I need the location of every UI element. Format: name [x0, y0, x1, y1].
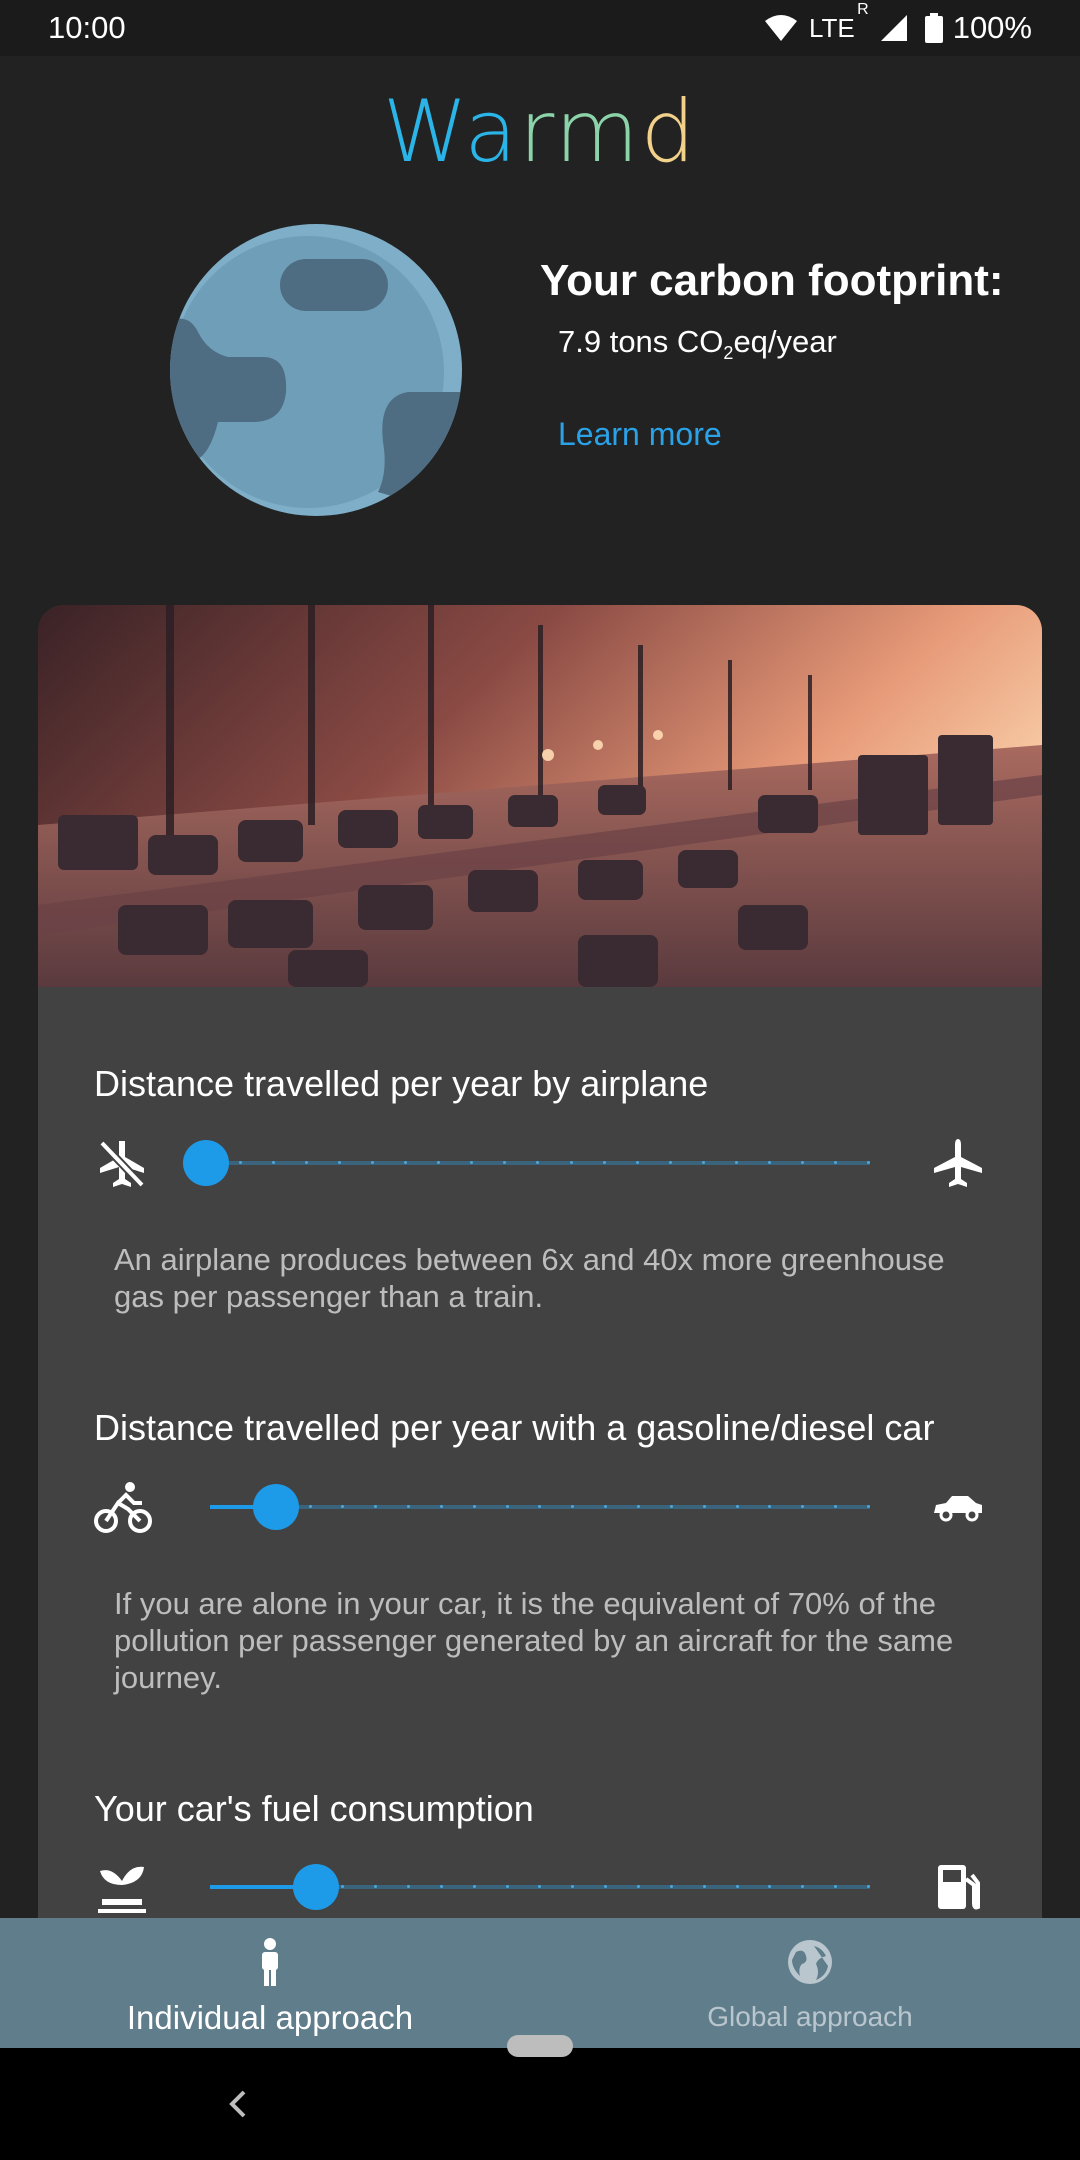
airplane-description: An airplane produces between 6x and 40x …: [114, 1242, 945, 1314]
fuel-slider-thumb[interactable]: [292, 1864, 339, 1910]
footprint-summary: Your carbon footprint: 7.9 tons CO2eq/ye…: [540, 256, 1060, 453]
airplane-distance-slider[interactable]: [183, 1140, 870, 1186]
tab-individual-approach[interactable]: Individual approach: [0, 1918, 540, 2048]
fuel-slider-row: [38, 1851, 1042, 1921]
bicycle-icon: [94, 1479, 152, 1535]
fuel-consumption-slider[interactable]: [210, 1864, 870, 1910]
airplane-slider-thumb[interactable]: [183, 1140, 229, 1186]
car-slider-thumb[interactable]: [253, 1484, 299, 1530]
learn-more-link[interactable]: Learn more: [558, 416, 722, 453]
wifi-icon: [763, 13, 799, 43]
tab-individual-label: Individual approach: [126, 1999, 414, 2036]
car-distance-slider[interactable]: [210, 1484, 870, 1530]
footprint-value: 7.9 tons CO2eq/year: [558, 324, 837, 364]
highway-traffic-image: [38, 605, 1042, 987]
airplane-section-title: Distance travelled per year by airplane: [94, 1063, 709, 1104]
person-icon: [256, 1938, 284, 1991]
status-icons: LTE R 100%: [763, 0, 1032, 46]
back-chevron-icon[interactable]: [222, 2084, 254, 2124]
fuel-pump-icon: [930, 1859, 986, 1915]
battery-level: 100%: [952, 10, 1032, 45]
globe-icon: [786, 1938, 834, 1991]
no-flight-icon: [94, 1135, 150, 1191]
bottom-navigation: Individual approach Global approach: [0, 1918, 1080, 2048]
footprint-title: Your carbon footprint:: [540, 256, 1004, 305]
app-title: Warmd: [382, 82, 698, 182]
status-time: 10:00: [48, 10, 126, 45]
fuel-section-title: Your car's fuel consumption: [94, 1788, 534, 1829]
signal-icon: [879, 13, 909, 43]
tab-global-label: Global approach: [707, 2001, 913, 2032]
car-icon: [930, 1479, 986, 1535]
status-bar: 10:00 LTE R 100%: [0, 0, 1080, 56]
transport-card: Distance travelled per year by airplane …: [38, 605, 1042, 2005]
home-pill-button[interactable]: [507, 2035, 573, 2057]
system-navigation-bar: [0, 2035, 1080, 2160]
car-slider-row: [38, 1471, 1042, 1541]
car-description: If you are alone in your car, it is the …: [114, 1586, 954, 1695]
car-section-title: Distance travelled per year with a gasol…: [94, 1407, 935, 1448]
seedling-icon: [94, 1859, 150, 1915]
tab-global-approach[interactable]: Global approach: [540, 1918, 1080, 2048]
airplane-slider-row: [38, 1127, 1042, 1197]
earth-globe-icon: [168, 222, 464, 518]
airplane-icon: [930, 1135, 986, 1191]
network-type: LTE R: [808, 0, 869, 43]
battery-icon: [924, 13, 943, 43]
